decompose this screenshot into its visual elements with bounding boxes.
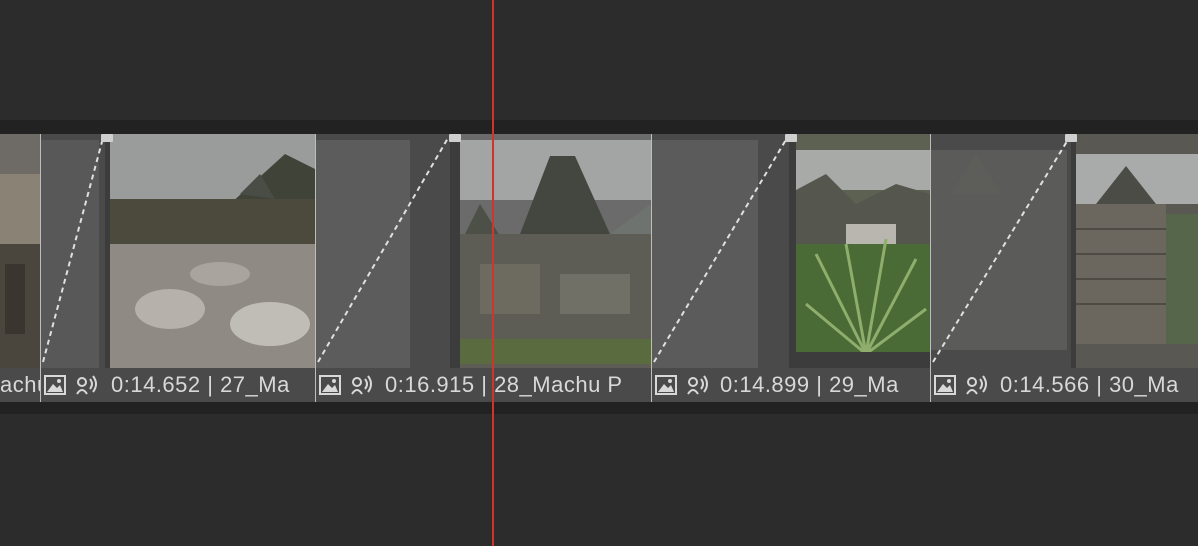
- audio-icon: [966, 375, 987, 395]
- clip-boundary: [930, 134, 931, 402]
- clip-28-thumbnail[interactable]: [460, 134, 651, 368]
- image-icon: [655, 375, 677, 395]
- clip-26-label: achu: [0, 372, 40, 397]
- transition-27-28[interactable]: [316, 134, 450, 368]
- track-footer: [0, 402, 1198, 414]
- transition-handle[interactable]: [785, 134, 797, 142]
- clip-28-label: 0:16.915 | 28_Machu P: [385, 372, 623, 397]
- audio-icon: [76, 375, 97, 395]
- clip-30-thumbnail[interactable]: [1076, 134, 1198, 368]
- clip-29-label: 0:14.899 | 29_Ma: [720, 372, 899, 397]
- image-icon: [44, 375, 66, 395]
- clip-boundary: [651, 134, 652, 402]
- clip-27-thumbnail[interactable]: [110, 134, 315, 368]
- clip-26-thumbnail[interactable]: [0, 134, 40, 368]
- audio-icon: [351, 375, 372, 395]
- transition-26-27[interactable]: [41, 134, 105, 368]
- clip-30-label: 0:14.566 | 30_Ma: [1000, 372, 1179, 397]
- preview-area: [0, 0, 1198, 120]
- clip-29-thumbnail[interactable]: [796, 134, 930, 368]
- playhead[interactable]: [492, 0, 494, 546]
- empty-track-area[interactable]: [0, 414, 1198, 546]
- audio-icon: [687, 375, 708, 395]
- transition-29-30[interactable]: [931, 134, 1071, 368]
- image-icon: [319, 375, 341, 395]
- image-icon: [934, 375, 956, 395]
- transition-handle[interactable]: [449, 134, 461, 142]
- track-header: [0, 120, 1198, 134]
- clip-27-label: 0:14.652 | 27_Ma: [111, 372, 290, 397]
- clip-boundary: [40, 134, 41, 402]
- clip-boundary: [315, 134, 316, 402]
- transition-handle[interactable]: [1065, 134, 1077, 142]
- transition-28-29[interactable]: [652, 134, 789, 368]
- transition-handle[interactable]: [101, 134, 113, 142]
